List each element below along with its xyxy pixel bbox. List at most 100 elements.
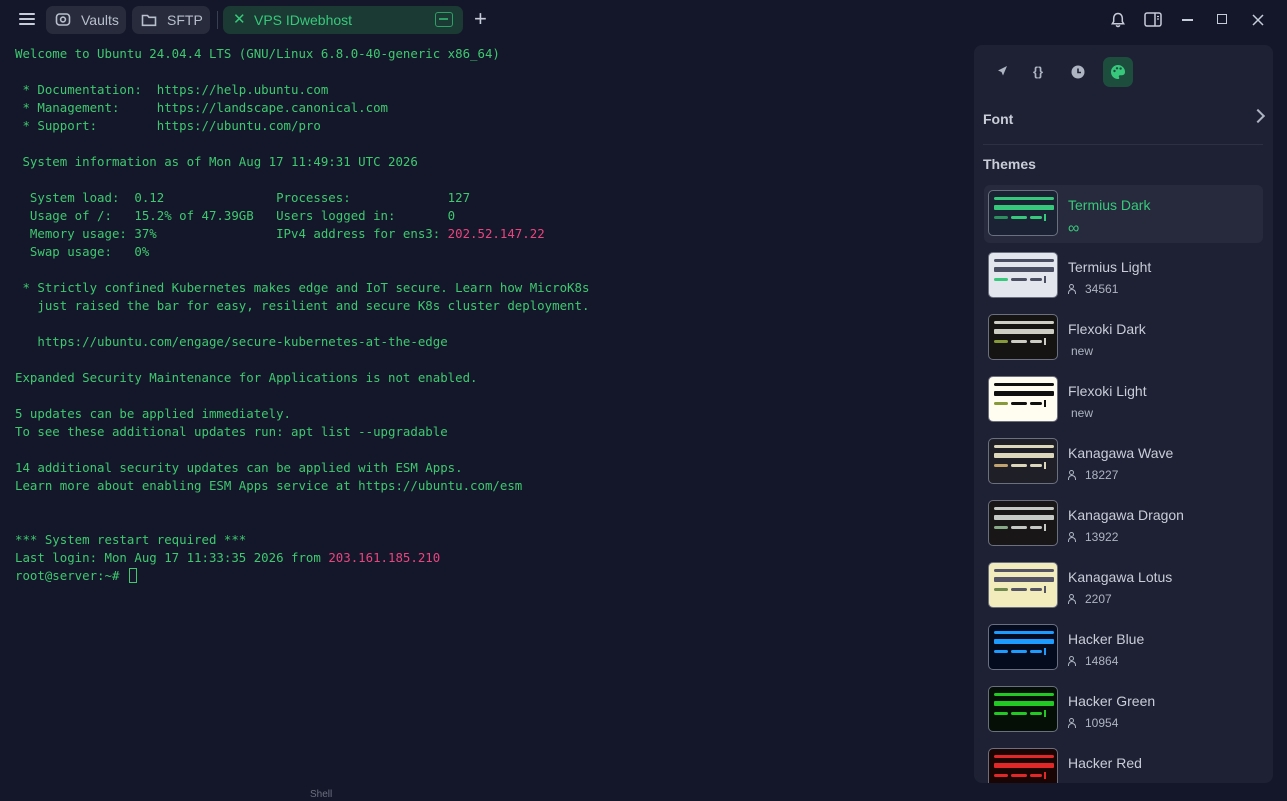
users-icon	[1068, 718, 1082, 728]
tab-label: SFTP	[167, 12, 203, 28]
terminal-line: Memory usage: 37% IPv4 address for ens3:…	[15, 225, 545, 243]
terminal-line-text: System load: 0.12 Processes: 127	[15, 190, 471, 205]
theme-meta: 2207	[1068, 592, 1112, 606]
folder-icon	[141, 14, 157, 27]
theme-preview-thumbnail	[988, 686, 1058, 732]
theme-meta: ∞	[1068, 220, 1079, 238]
terminal-line-text: just raised the bar for easy, resilient …	[15, 298, 590, 313]
sidebar-toggle-icon[interactable]	[1144, 12, 1162, 27]
terminal-line-text: 14 additional security updates can be ap…	[15, 460, 463, 475]
terminal-line: 5 updates can be applied immediately.	[15, 405, 291, 423]
theme-meta: 14864	[1068, 654, 1118, 668]
theme-preview-thumbnail	[988, 252, 1058, 298]
theme-name: Kanagawa Wave	[1068, 445, 1174, 461]
font-section-label[interactable]: Font	[983, 111, 1013, 127]
terminal-line-text: *** System restart required ***	[15, 532, 247, 547]
ipv4-address: 202.52.147.22	[447, 226, 545, 241]
theme-item[interactable]: Termius Light 34561	[984, 247, 1263, 305]
maximize-icon[interactable]	[1217, 14, 1227, 24]
terminal-line-text: root@server:~#	[15, 568, 127, 583]
terminal-output[interactable]: Welcome to Ubuntu 24.04.4 LTS (GNU/Linux…	[6, 40, 966, 792]
terminal-line-text: Swap usage: 0%	[15, 244, 150, 259]
terminal-line-text: 5 updates can be applied immediately.	[15, 406, 292, 421]
theme-item[interactable]: Hacker Blue 14864	[984, 619, 1263, 677]
theme-user-count: 14864	[1085, 654, 1119, 668]
theme-item[interactable]: Hacker Red	[984, 743, 1263, 783]
theme-item[interactable]: Hacker Green 10954	[984, 681, 1263, 739]
terminal-line-text: * Management: https://landscape.canonica…	[15, 100, 388, 115]
vault-icon	[55, 13, 71, 26]
users-icon	[1068, 532, 1082, 542]
terminal-line: Learn more about enabling ESM Apps servi…	[15, 477, 522, 495]
terminal-line: Expanded Security Maintenance for Applic…	[15, 369, 478, 387]
terminal-line: *** System restart required ***	[15, 531, 246, 549]
theme-name: Flexoki Light	[1068, 383, 1147, 399]
theme-item[interactable]: Kanagawa Dragon 13922	[984, 495, 1263, 553]
theme-new-badge: new	[1071, 406, 1094, 420]
close-tab-icon[interactable]: ✕	[233, 12, 246, 28]
themes-palette-icon[interactable]	[1103, 57, 1133, 87]
close-window-icon[interactable]	[1252, 14, 1264, 26]
bottom-strip: Shell	[0, 789, 1287, 801]
users-icon	[1068, 470, 1082, 480]
terminal-line: * Support: https://ubuntu.com/pro	[15, 117, 320, 135]
navigate-icon[interactable]	[987, 57, 1017, 87]
users-icon	[1068, 594, 1082, 604]
tab-vaults[interactable]: Vaults	[46, 6, 126, 34]
terminal-line: System information as of Mon Aug 17 11:4…	[15, 153, 417, 171]
themes-section-label: Themes	[983, 156, 1036, 172]
terminal-line: * Strictly confined Kubernetes makes edg…	[15, 279, 589, 297]
tab-vps-idwebhost[interactable]: ✕ VPS IDwebhost	[223, 6, 463, 34]
history-clock-icon[interactable]	[1063, 57, 1093, 87]
terminal-line: root@server:~#	[15, 567, 137, 585]
theme-preview-thumbnail	[988, 562, 1058, 608]
terminal-cursor	[128, 568, 137, 583]
theme-name: Kanagawa Lotus	[1068, 569, 1173, 585]
theme-preview-thumbnail	[988, 748, 1058, 783]
terminal-line-text: Expanded Security Maintenance for Applic…	[15, 370, 478, 385]
tab-sftp[interactable]: SFTP	[132, 6, 210, 34]
theme-user-count: 2207	[1085, 592, 1112, 606]
theme-item[interactable]: Kanagawa Lotus 2207	[984, 557, 1263, 615]
theme-item[interactable]: Kanagawa Wave 18227	[984, 433, 1263, 491]
theme-name: Kanagawa Dragon	[1068, 507, 1184, 523]
theme-preview-thumbnail	[988, 500, 1058, 546]
new-tab-plus-icon[interactable]: +	[474, 8, 487, 30]
terminal-line-text: Usage of /: 15.2% of 47.39GB Users logge…	[15, 208, 456, 223]
bell-icon[interactable]	[1111, 12, 1125, 28]
tab-label: Vaults	[81, 12, 119, 28]
minimize-icon[interactable]	[1182, 19, 1193, 21]
theme-user-count: 34561	[1085, 282, 1119, 296]
theme-meta: 18227	[1068, 468, 1118, 482]
theme-item[interactable]: Flexoki Light new	[984, 371, 1263, 429]
snippets-braces-icon[interactable]: {}	[1023, 57, 1053, 87]
separator	[983, 144, 1263, 145]
terminal-line-text: https://ubuntu.com/engage/secure-kuberne…	[15, 334, 448, 349]
theme-item[interactable]: Flexoki Dark new	[984, 309, 1263, 367]
terminal-icon	[435, 12, 453, 27]
theme-preview-thumbnail	[988, 376, 1058, 422]
theme-user-count: 13922	[1085, 530, 1119, 544]
theme-name: Termius Dark	[1068, 197, 1151, 213]
theme-new-badge: new	[1071, 344, 1094, 358]
tab-divider	[217, 11, 218, 29]
theme-meta: 10954	[1068, 716, 1118, 730]
app-window: Vaults SFTP ✕ VPS IDwebhost + Welcome to…	[0, 0, 1287, 801]
terminal-line: * Documentation: https://help.ubuntu.com	[15, 81, 328, 99]
terminal-line: Usage of /: 15.2% of 47.39GB Users logge…	[15, 207, 455, 225]
theme-item[interactable]: Termius Dark ∞	[984, 185, 1263, 243]
theme-name: Hacker Green	[1068, 693, 1156, 709]
terminal-line-text: To see these additional updates run: apt…	[15, 424, 448, 439]
theme-meta: 13922	[1068, 530, 1118, 544]
users-icon	[1068, 656, 1082, 666]
users-icon	[1068, 284, 1082, 294]
hamburger-menu-icon[interactable]	[14, 10, 40, 30]
tab-label: VPS IDwebhost	[254, 12, 353, 28]
theme-preview-thumbnail	[988, 314, 1058, 360]
chevron-right-icon[interactable]	[1250, 108, 1266, 124]
last-login-ip: 203.161.185.210	[328, 550, 441, 565]
theme-meta: new	[1068, 344, 1093, 358]
terminal-line: Swap usage: 0%	[15, 243, 149, 261]
terminal-line: System load: 0.12 Processes: 127	[15, 189, 470, 207]
theme-name: Hacker Blue	[1068, 631, 1145, 647]
